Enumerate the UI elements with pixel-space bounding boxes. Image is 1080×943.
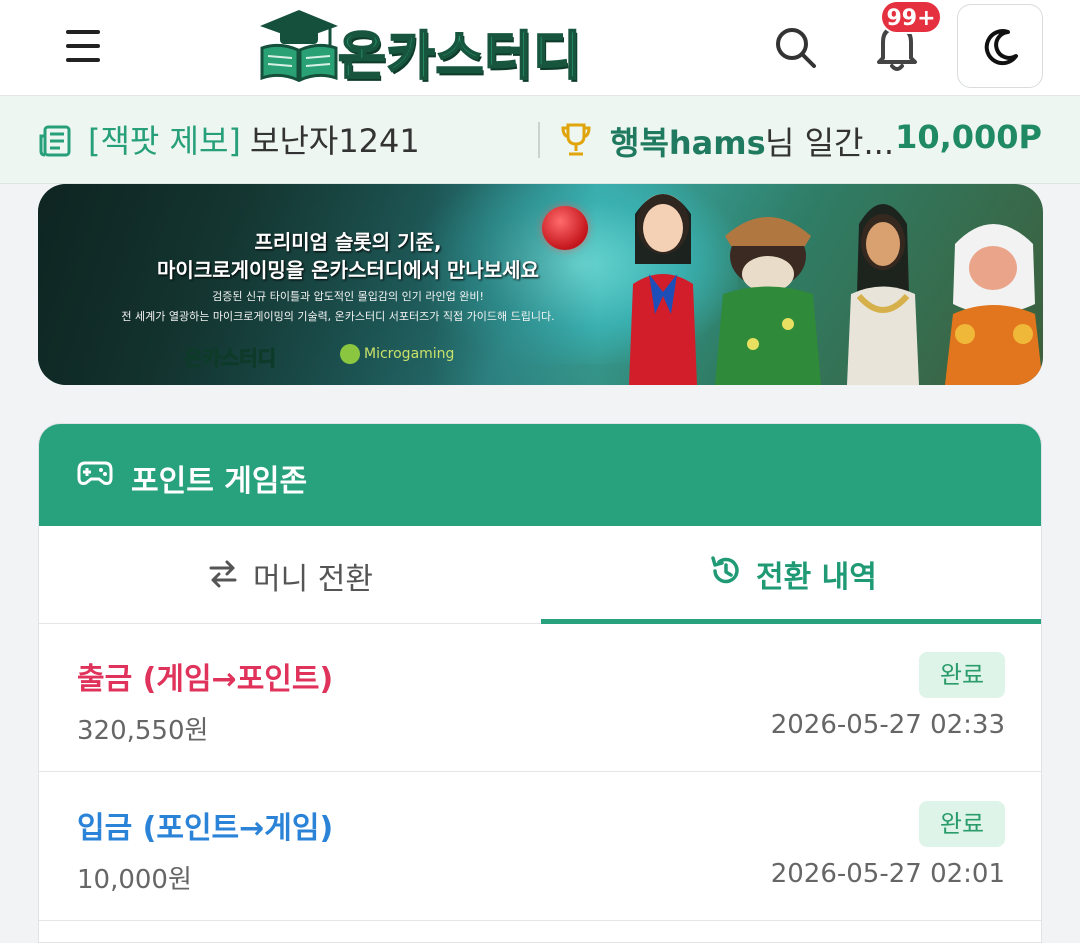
history-title: 출금 (게임→포인트) [77, 662, 334, 697]
notification-badge: 99+ [880, 0, 942, 34]
ticker-points: 10,000P [895, 118, 1042, 156]
logo-text: 온카스터디 [337, 26, 583, 88]
banner-headline-2: 마이크로게이밍을 온카스터디에서 만나보세요 [157, 258, 539, 282]
ticker-suffix: 님 일간... [765, 124, 895, 162]
top-header: 온카스터디 99+ [0, 0, 1080, 96]
point-game-zone: 포인트 게임존 머니 전환 전환 내역 출금 (게임→포인트) 완료 320,5… [38, 423, 1042, 943]
promo-banner[interactable]: 프리미엄 슬롯의 기준, 마이크로게이밍을 온카스터디에서 만나보세요 검증된 … [38, 184, 1043, 385]
newspaper-icon [39, 125, 71, 157]
history-row[interactable]: 입금 (포인트→게임) 완료 10,000원 2026-05-27 02:01 [39, 773, 1041, 921]
banner-subtext-1: 검증된 신규 타이틀과 압도적인 몰입감의 인기 라인업 완비! [212, 290, 484, 303]
logo-book-icon [260, 10, 338, 82]
banner-logo: 온카스터디 [184, 346, 277, 371]
search-icon[interactable] [770, 22, 822, 74]
history-time: 2026-05-27 02:01 [770, 859, 1005, 889]
moon-icon [984, 29, 1018, 66]
swap-icon [209, 560, 237, 588]
banner-headline-1: 프리미엄 슬롯의 기준, [254, 230, 442, 254]
history-row[interactable]: 출금 (게임→포인트) 완료 320,550원 2026-05-27 02:33 [39, 624, 1041, 772]
trophy-icon [561, 123, 591, 156]
status-badge: 완료 [919, 652, 1005, 698]
banner-characters-image [629, 194, 1043, 385]
banner-subtext-2: 전 세계가 열광하는 마이크로게이밍의 기술력, 온카스터디 서포터즈가 직접 … [121, 310, 555, 323]
tab-money-exchange[interactable]: 머니 전환 [39, 526, 541, 624]
gamepad-icon [77, 461, 113, 485]
zone-title: 포인트 게임존 [131, 464, 308, 499]
banner-partner-logo: Microgaming [340, 344, 454, 364]
history-time: 2026-05-27 02:33 [770, 710, 1005, 740]
history-amount: 320,550원 [77, 716, 209, 746]
zone-header: 포인트 게임존 [39, 424, 1041, 526]
ticker-user[interactable]: 행복hams [610, 118, 766, 164]
ticker-divider [538, 122, 540, 158]
microgaming-icon [340, 344, 360, 364]
ticker-text[interactable]: 보난자1241 [250, 116, 420, 162]
theme-toggle-button[interactable] [957, 4, 1043, 88]
history-amount: 10,000원 [77, 865, 192, 895]
tab-label: 전환 내역 [756, 560, 877, 595]
history-icon [711, 556, 739, 584]
menu-icon[interactable] [60, 26, 106, 66]
status-badge: 완료 [919, 801, 1005, 847]
tab-exchange-history[interactable]: 전환 내역 [541, 526, 1041, 624]
tab-label: 머니 전환 [253, 562, 373, 597]
banner-partner-text: Microgaming [364, 346, 455, 362]
site-logo[interactable]: 온카스터디 [258, 6, 638, 88]
ticker-tag[interactable]: [잭팟 제보] [88, 116, 241, 162]
history-title: 입금 (포인트→게임) [77, 811, 334, 846]
